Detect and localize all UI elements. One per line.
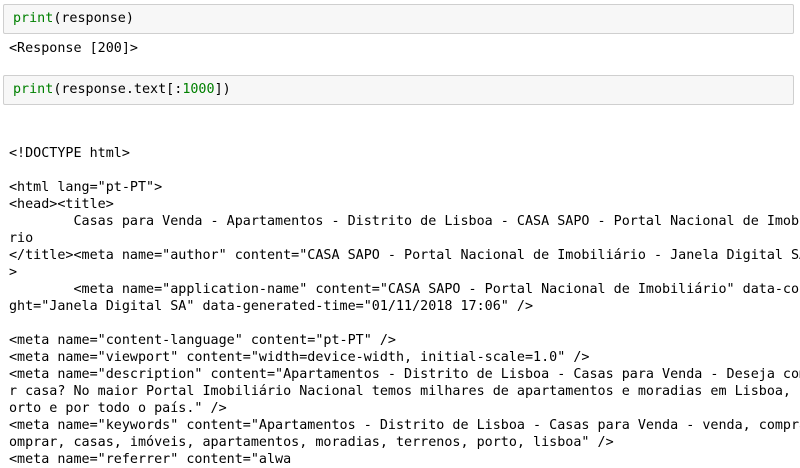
output-cell-2: <!DOCTYPE html> <html lang="pt-PT"> <head>… — [9, 111, 800, 468]
code-argument-end: ]) — [214, 82, 231, 97]
output-line: <html lang="pt-PT"> — [9, 180, 163, 195]
output-line: rio — [9, 231, 34, 246]
output-line: > — [9, 265, 18, 280]
code-cell-1[interactable]: print(response) — [3, 4, 794, 34]
print-keyword: print — [13, 82, 54, 97]
output-line: <meta name="keywords" content="Apartamen… — [9, 418, 800, 433]
code-line[interactable]: print(response) — [13, 10, 134, 27]
output-line: ght="Janela Digital SA" data-generated-t… — [9, 299, 534, 314]
slice-number: 1000 — [182, 82, 215, 97]
output-line: <meta name="viewport" content="width=dev… — [9, 350, 590, 365]
code-line[interactable]: print(response.text[:1000]) — [13, 81, 231, 98]
output-line: Casas para Venda - Apartamentos - Distri… — [9, 214, 800, 229]
output-line: <!DOCTYPE html> — [9, 146, 130, 161]
code-cell-2[interactable]: print(response.text[:1000]) — [3, 75, 794, 105]
output-line: <meta name="content-language" content="p… — [9, 333, 396, 348]
print-keyword: print — [13, 11, 54, 26]
output-line: orto e por todo o país." /> — [9, 401, 227, 416]
output-line: </title><meta name="author" content="CAS… — [9, 248, 800, 263]
output-line: <meta name="application-name" content="C… — [9, 282, 800, 297]
output-line: <meta name="referrer" content="alwa — [9, 452, 292, 467]
code-argument: response.text[: — [61, 82, 183, 97]
output-line: <head><title> — [9, 197, 114, 212]
output-line: omprar, casas, imóveis, apartamentos, mo… — [9, 435, 614, 450]
close-paren: ) — [125, 11, 134, 26]
output-line: <meta name="description" content="Aparta… — [9, 367, 800, 382]
output-line: r casa? No maior Portal Imobiliário Naci… — [9, 384, 800, 399]
output-line: <Response [200]> — [9, 41, 138, 56]
code-argument: response — [61, 11, 126, 26]
output-cell-1: <Response [200]> — [9, 40, 138, 57]
